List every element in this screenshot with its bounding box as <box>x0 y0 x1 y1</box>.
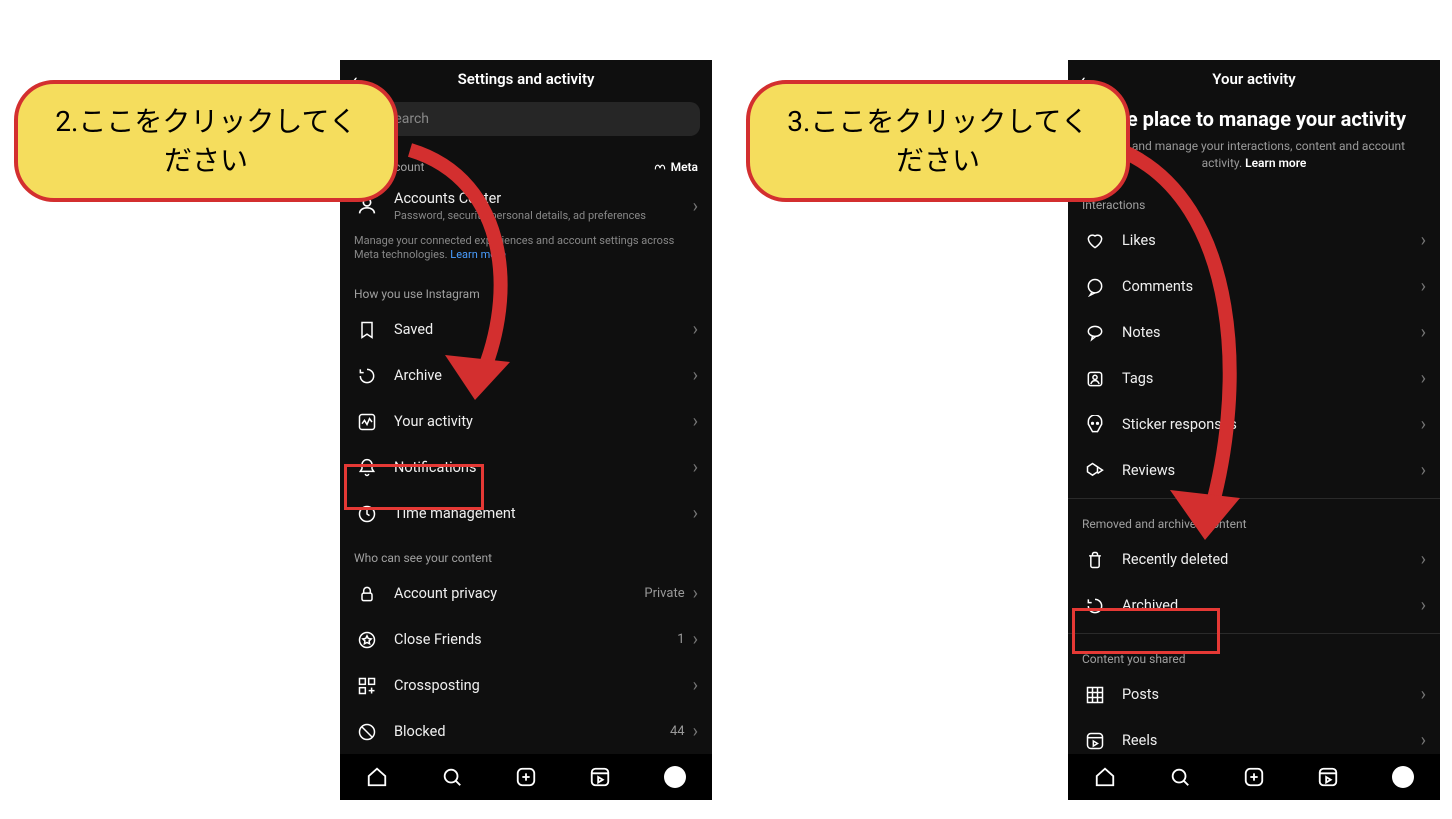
chevron-right-icon: › <box>693 457 698 478</box>
row-label: Account privacy <box>394 585 644 602</box>
chevron-right-icon: › <box>1421 414 1426 435</box>
row-label: Blocked <box>394 723 670 740</box>
callout-step-3: 3.ここをクリックしてください <box>746 80 1130 202</box>
highlight-your-activity <box>344 464 484 510</box>
chevron-right-icon: › <box>693 196 698 217</box>
search-input[interactable]: Search <box>352 102 700 136</box>
home-icon[interactable] <box>365 765 389 789</box>
chevron-right-icon: › <box>693 365 698 386</box>
chevron-right-icon: › <box>693 721 698 742</box>
row-label: Close Friends <box>394 631 677 648</box>
chevron-right-icon: › <box>1421 368 1426 389</box>
arrow-to-recently-deleted <box>1110 140 1270 584</box>
row-value: 1 <box>677 632 684 647</box>
reels-icon[interactable] <box>1316 765 1340 789</box>
row-label: Crossposting <box>394 677 693 694</box>
search-icon[interactable] <box>440 765 464 789</box>
lock-icon <box>354 581 380 607</box>
chevron-right-icon: › <box>693 629 698 650</box>
notes-icon <box>1082 320 1108 346</box>
highlight-recently-deleted <box>1072 608 1220 654</box>
reviews-icon <box>1082 458 1108 484</box>
chevron-right-icon: › <box>693 319 698 340</box>
blocked-row[interactable]: Blocked 44 › <box>340 709 712 754</box>
search-icon[interactable] <box>1168 765 1192 789</box>
reels-icon <box>1082 728 1108 754</box>
home-icon[interactable] <box>1093 765 1117 789</box>
chevron-right-icon: › <box>1421 549 1426 570</box>
chevron-right-icon: › <box>1421 595 1426 616</box>
chevron-right-icon: › <box>1421 460 1426 481</box>
archive-icon <box>354 363 380 389</box>
crossposting-row[interactable]: Crossposting › <box>340 663 712 709</box>
chevron-right-icon: › <box>1421 276 1426 297</box>
page-title: Settings and activity <box>458 70 595 88</box>
sticker-icon <box>1082 412 1108 438</box>
posts-row[interactable]: Posts › <box>1068 672 1440 718</box>
row-value: Private <box>644 586 684 601</box>
chevron-right-icon: › <box>1421 684 1426 705</box>
header-title: ‹ Your activity <box>1068 60 1440 96</box>
comment-icon <box>1082 274 1108 300</box>
chevron-right-icon: › <box>693 675 698 696</box>
meta-badge: Meta <box>653 160 698 174</box>
grid-plus-icon <box>354 673 380 699</box>
row-label: Posts <box>1122 686 1421 703</box>
create-icon[interactable] <box>1242 765 1266 789</box>
section-who-can-see: Who can see your content <box>340 537 712 571</box>
chevron-right-icon: › <box>1421 230 1426 251</box>
row-value: 44 <box>670 724 685 739</box>
chevron-right-icon: › <box>1421 730 1426 751</box>
tags-icon <box>1082 366 1108 392</box>
star-icon <box>354 627 380 653</box>
nav-bar <box>340 754 712 800</box>
arrow-to-your-activity <box>390 140 530 444</box>
blocked-icon <box>354 719 380 745</box>
chevron-right-icon: › <box>693 583 698 604</box>
grid-icon <box>1082 682 1108 708</box>
reels-icon[interactable] <box>588 765 612 789</box>
profile-icon[interactable] <box>1391 765 1415 789</box>
row-label: Reels <box>1122 732 1421 749</box>
page-title: Your activity <box>1212 70 1295 88</box>
account-privacy-row[interactable]: Account privacy Private › <box>340 571 712 617</box>
trash-icon <box>1082 547 1108 573</box>
header-title: ‹ Settings and activity <box>340 60 712 96</box>
heart-icon <box>1082 228 1108 254</box>
close-friends-row[interactable]: Close Friends 1 › <box>340 617 712 663</box>
callout-step-2: 2.ここをクリックしてください <box>14 80 398 202</box>
nav-bar <box>1068 754 1440 800</box>
profile-icon[interactable] <box>663 765 687 789</box>
chevron-right-icon: › <box>1421 322 1426 343</box>
reels-row[interactable]: Reels › <box>1068 718 1440 754</box>
chevron-right-icon: › <box>693 503 698 524</box>
meta-icon <box>653 160 667 174</box>
activity-icon <box>354 409 380 435</box>
chevron-right-icon: › <box>693 411 698 432</box>
create-icon[interactable] <box>514 765 538 789</box>
bookmark-icon <box>354 317 380 343</box>
